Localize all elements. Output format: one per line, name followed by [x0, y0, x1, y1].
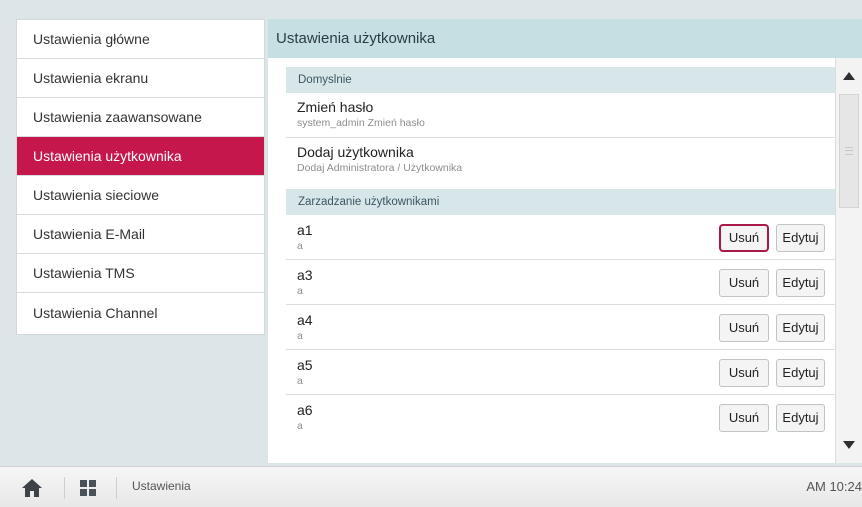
- divider: [64, 477, 65, 499]
- edit-user-button[interactable]: Edytuj: [776, 359, 825, 387]
- triangle-down-icon[interactable]: [836, 427, 862, 463]
- user-row: a4 a Usuń Edytuj: [286, 305, 835, 350]
- sidebar-item-general[interactable]: Ustawienia główne: [17, 20, 264, 59]
- edit-user-button[interactable]: Edytuj: [776, 404, 825, 432]
- home-icon[interactable]: [22, 479, 42, 497]
- user-row: a5 a Usuń Edytuj: [286, 350, 835, 395]
- breadcrumb: Ustawienia: [132, 479, 191, 493]
- user-subtitle: a: [297, 420, 303, 432]
- triangle-up-icon[interactable]: [836, 58, 862, 94]
- list-item-subtitle: Dodaj Administratora / Użytkownika: [297, 162, 463, 174]
- divider: [116, 477, 117, 499]
- delete-user-button[interactable]: Usuń: [719, 314, 769, 342]
- sidebar-item-network[interactable]: Ustawienia sieciowe: [17, 176, 264, 215]
- user-subtitle: a: [297, 285, 303, 297]
- user-subtitle: a: [297, 330, 303, 342]
- sidebar-item-tms[interactable]: Ustawienia TMS: [17, 254, 264, 293]
- user-row: a3 a Usuń Edytuj: [286, 260, 835, 305]
- grid-icon[interactable]: [80, 480, 96, 496]
- user-name: a4: [297, 312, 313, 328]
- section-header-default: Domyslnie: [286, 67, 835, 93]
- sidebar-item-email[interactable]: Ustawienia E-Mail: [17, 215, 264, 254]
- delete-user-button[interactable]: Usuń: [719, 359, 769, 387]
- page-title: Ustawienia użytkownika: [268, 19, 862, 58]
- edit-user-button[interactable]: Edytuj: [776, 314, 825, 342]
- list-item-subtitle: system_admin Zmień hasło: [297, 117, 425, 129]
- change-password-item[interactable]: Zmień hasło system_admin Zmień hasło: [286, 93, 835, 138]
- user-name: a5: [297, 357, 313, 373]
- user-row: a1 a Usuń Edytuj: [286, 215, 835, 260]
- user-name: a1: [297, 222, 313, 238]
- delete-user-button[interactable]: Usuń: [719, 404, 769, 432]
- clock: AM 10:24: [806, 479, 862, 494]
- sidebar-item-screen[interactable]: Ustawienia ekranu: [17, 59, 264, 98]
- user-name: a3: [297, 267, 313, 283]
- edit-user-button[interactable]: Edytuj: [776, 269, 825, 297]
- sidebar-item-user[interactable]: Ustawienia użytkownika: [17, 137, 264, 176]
- delete-user-button[interactable]: Usuń: [719, 269, 769, 297]
- list-item-title: Dodaj użytkownika: [297, 144, 414, 160]
- sidebar-item-channel[interactable]: Ustawienia Channel: [17, 293, 264, 334]
- section-header-user-management: Zarzadzanie użytkownikami: [286, 189, 835, 215]
- user-name: a6: [297, 402, 313, 418]
- add-user-item[interactable]: Dodaj użytkownika Dodaj Administratora /…: [286, 138, 835, 189]
- app-window: Ustawienia główne Ustawienia ekranu Usta…: [0, 0, 862, 507]
- edit-user-button[interactable]: Edytuj: [776, 224, 825, 252]
- settings-list: Domyslnie Zmień hasło system_admin Zmień…: [286, 67, 835, 440]
- settings-sidebar: Ustawienia główne Ustawienia ekranu Usta…: [16, 19, 265, 335]
- grip-icon: [845, 147, 853, 155]
- list-item-title: Zmień hasło: [297, 99, 374, 115]
- sidebar-item-advanced[interactable]: Ustawienia zaawansowane: [17, 98, 264, 137]
- delete-user-button[interactable]: Usuń: [719, 224, 769, 252]
- bottom-bar: Ustawienia AM 10:24: [0, 466, 862, 507]
- user-row: a6 a Usuń Edytuj: [286, 395, 835, 440]
- user-subtitle: a: [297, 240, 303, 252]
- user-subtitle: a: [297, 375, 303, 387]
- scroll-thumb[interactable]: [839, 94, 859, 208]
- vertical-scrollbar[interactable]: [835, 58, 862, 463]
- user-settings-panel: Ustawienia użytkownika Domyslnie Zmień h…: [268, 19, 862, 463]
